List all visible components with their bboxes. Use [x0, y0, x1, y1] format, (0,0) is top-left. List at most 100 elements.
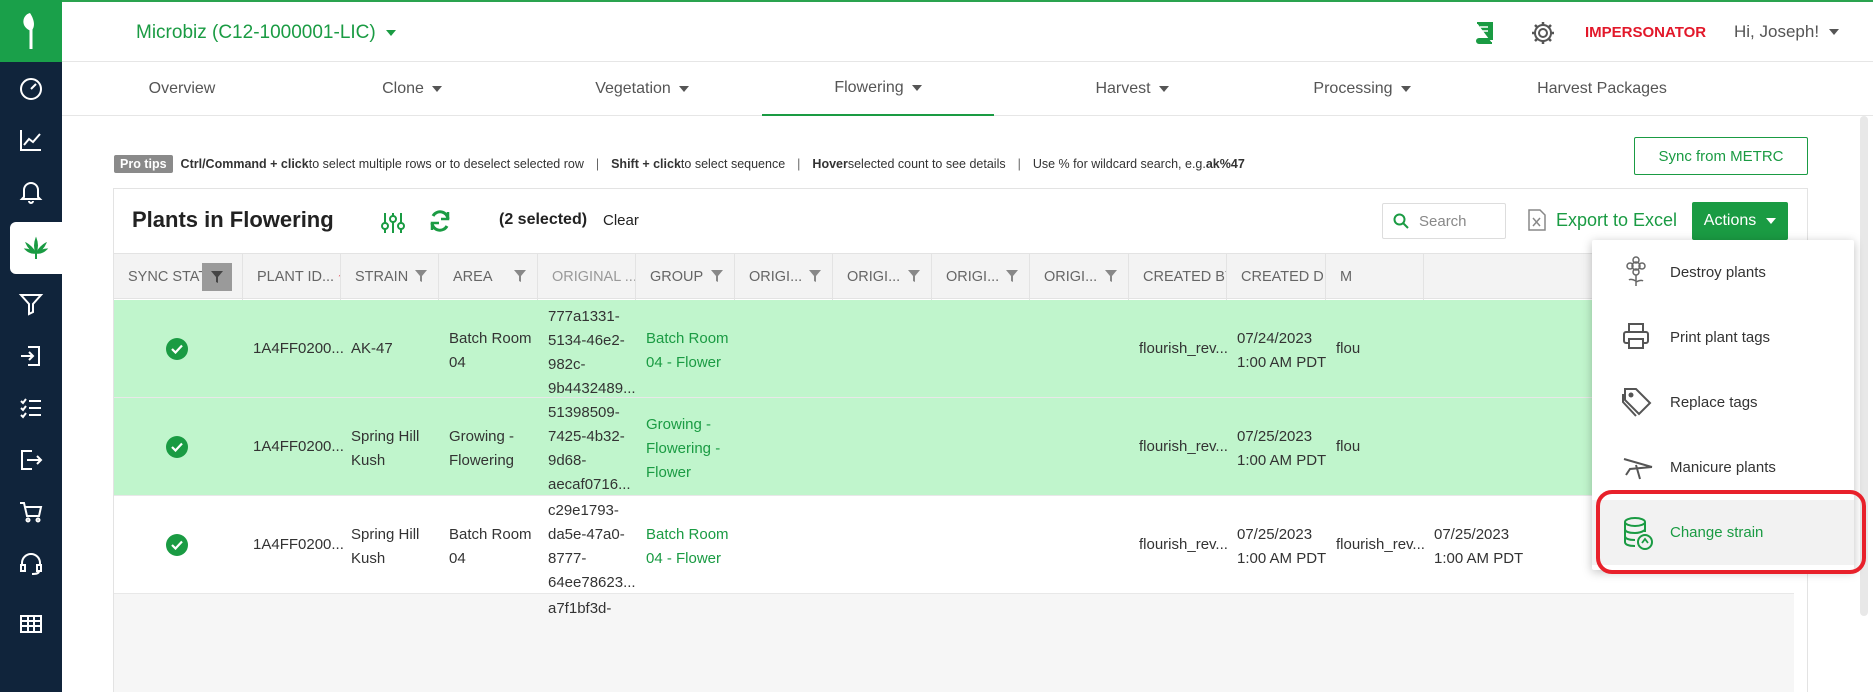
group-link[interactable]: Growing - Flowering - Flower — [646, 413, 720, 485]
rail-reports[interactable] — [0, 598, 62, 650]
tab-vegetation[interactable]: Vegetation — [562, 62, 722, 116]
column-label: CREATED D... — [1241, 269, 1325, 285]
group-link[interactable]: Batch Room 04 - Flower — [646, 327, 729, 375]
tab-clone[interactable]: Clone — [342, 62, 482, 116]
column-label: ORIGI... — [1044, 269, 1098, 285]
table-row[interactable]: 1A4FF0200... Spring Hill Kush Batch Room… — [114, 496, 1794, 594]
filter-icon[interactable] — [808, 269, 822, 283]
column-header-original[interactable]: ORIGINAL ... — [538, 254, 636, 300]
tab-label: Harvest Packages — [1537, 80, 1667, 97]
menu-item-destroy-plants[interactable]: Destroy plants — [1592, 240, 1854, 305]
column-header-plant-id[interactable]: PLANT ID... ↑ — [243, 254, 341, 300]
rail-cultivation[interactable] — [10, 222, 62, 274]
date-line: 07/25/2023 — [1237, 428, 1313, 445]
tab-processing[interactable]: Processing — [1282, 62, 1442, 116]
tab-harvest[interactable]: Harvest — [1062, 62, 1202, 116]
created-date-cell: 07/25/2023 1:00 AM PDT — [1237, 425, 1326, 473]
column-header-orig-4[interactable]: ORIGI... — [1030, 254, 1129, 300]
rail-funnel[interactable] — [0, 278, 62, 330]
menu-item-label: Replace tags — [1670, 394, 1758, 411]
rail-support[interactable] — [0, 538, 62, 590]
plant-id-cell: 1A4FF0200... — [253, 536, 344, 553]
user-greeting: Hi, Joseph! — [1734, 22, 1820, 41]
column-header-strain[interactable]: STRAIN — [341, 254, 439, 300]
rail-dashboard[interactable] — [0, 62, 62, 114]
clear-selection-link[interactable]: Clear — [603, 212, 639, 229]
export-excel-button[interactable]: Export to Excel — [1528, 209, 1677, 231]
column-header-area[interactable]: AREA — [439, 254, 538, 300]
app-logo[interactable] — [0, 0, 62, 62]
actions-button[interactable]: Actions — [1692, 202, 1788, 240]
original-line: 64ee78623... — [548, 574, 636, 591]
group-line: Batch Room — [646, 330, 729, 347]
search-input[interactable] — [1419, 212, 1499, 230]
original-line: 982c- — [548, 356, 586, 373]
menu-item-print-plant-tags[interactable]: Print plant tags — [1592, 305, 1854, 370]
selected-count[interactable]: (2 selected) — [499, 211, 587, 229]
column-filter-active[interactable] — [202, 263, 232, 291]
filter-icon[interactable] — [1104, 269, 1118, 283]
chevron-down-icon — [911, 85, 922, 91]
search-field[interactable] — [1382, 203, 1506, 239]
original-id-cell: a7f1bf3d- — [548, 600, 612, 617]
table-row[interactable]: a7f1bf3d- — [114, 594, 1794, 692]
group-link[interactable]: Batch Room 04 - Flower — [646, 523, 729, 571]
scissors-icon — [1623, 458, 1653, 480]
gear-icon — [1532, 22, 1554, 44]
user-menu[interactable]: Hi, Joseph! — [1734, 22, 1840, 42]
column-header-orig-2[interactable]: ORIGI... — [833, 254, 932, 300]
filter-icon[interactable] — [513, 269, 527, 283]
pro-tips-bar: Pro tips Ctrl/Command + click to select … — [114, 155, 1245, 173]
filter-icon[interactable] — [1005, 269, 1019, 283]
strain-line: Spring Hill — [351, 526, 420, 543]
chevron-down-icon — [678, 86, 689, 92]
rail-inbound[interactable] — [0, 330, 62, 382]
help-book-button[interactable] — [1472, 20, 1496, 49]
rail-notifications[interactable] — [0, 166, 62, 218]
plant-id-cell: 1A4FF0200... — [253, 340, 344, 357]
settings-button[interactable] — [1530, 20, 1556, 51]
refresh-button[interactable] — [428, 209, 452, 238]
tab-harvest-packages[interactable]: Harvest Packages — [1502, 62, 1702, 116]
group-line: 04 - Flower — [646, 550, 722, 567]
table-row[interactable]: 1A4FF0200... AK-47 Batch Room 04 777a133… — [114, 300, 1794, 398]
cannabis-leaf-icon — [23, 236, 49, 259]
filter-icon[interactable] — [414, 269, 428, 283]
table-row[interactable]: 1A4FF0200... Spring Hill Kush Growing - … — [114, 398, 1794, 496]
tab-flowering[interactable]: Flowering — [762, 62, 994, 116]
rail-sales[interactable] — [0, 486, 62, 538]
pro-tips-badge: Pro tips — [114, 155, 173, 173]
sign-out-icon — [21, 450, 43, 470]
modified-by-cell: flou — [1336, 340, 1361, 357]
tab-label: Vegetation — [595, 80, 671, 97]
column-header-created-date[interactable]: CREATED D... — [1227, 254, 1326, 300]
column-header-group[interactable]: GROUP — [636, 254, 735, 300]
tip-text: to select multiple rows or to deselect s… — [308, 157, 584, 171]
column-settings-button[interactable] — [380, 211, 406, 240]
column-header-orig-3[interactable]: ORIGI... — [932, 254, 1030, 300]
strain-cell: Spring Hill Kush — [351, 425, 419, 473]
rail-analytics[interactable] — [0, 114, 62, 166]
time-line: 1:00 AM PDT — [1237, 550, 1327, 567]
company-selector[interactable]: Microbiz (C12-1000001-LIC) — [136, 22, 396, 44]
column-label: M — [1340, 269, 1353, 285]
tip-key: Hover — [812, 157, 848, 171]
sync-from-metrc-button[interactable]: Sync from METRC — [1634, 137, 1808, 175]
column-header-orig-1[interactable]: ORIGI... — [735, 254, 833, 300]
created-by-cell: flourish_rev... — [1139, 438, 1228, 455]
filter-icon[interactable] — [907, 269, 921, 283]
rail-tasks[interactable] — [0, 382, 62, 434]
original-line: 777a1331- — [548, 308, 620, 325]
date-line: 07/25/2023 — [1434, 526, 1510, 543]
modified-by-cell: flourish_rev... — [1336, 536, 1425, 553]
column-header-sync-status[interactable]: SYNC STAT... — [114, 254, 243, 300]
tab-overview[interactable]: Overview — [112, 62, 252, 116]
filter-icon[interactable] — [710, 269, 724, 283]
rail-outbound[interactable] — [0, 434, 62, 486]
area-line: Growing - — [449, 428, 515, 445]
column-header-created-by[interactable]: CREATED BY — [1129, 254, 1227, 300]
column-header-modified[interactable]: M — [1326, 254, 1424, 300]
area-line: 04 — [449, 354, 466, 371]
area-cell: Batch Room 04 — [449, 523, 532, 571]
menu-item-replace-tags[interactable]: Replace tags — [1592, 370, 1854, 435]
